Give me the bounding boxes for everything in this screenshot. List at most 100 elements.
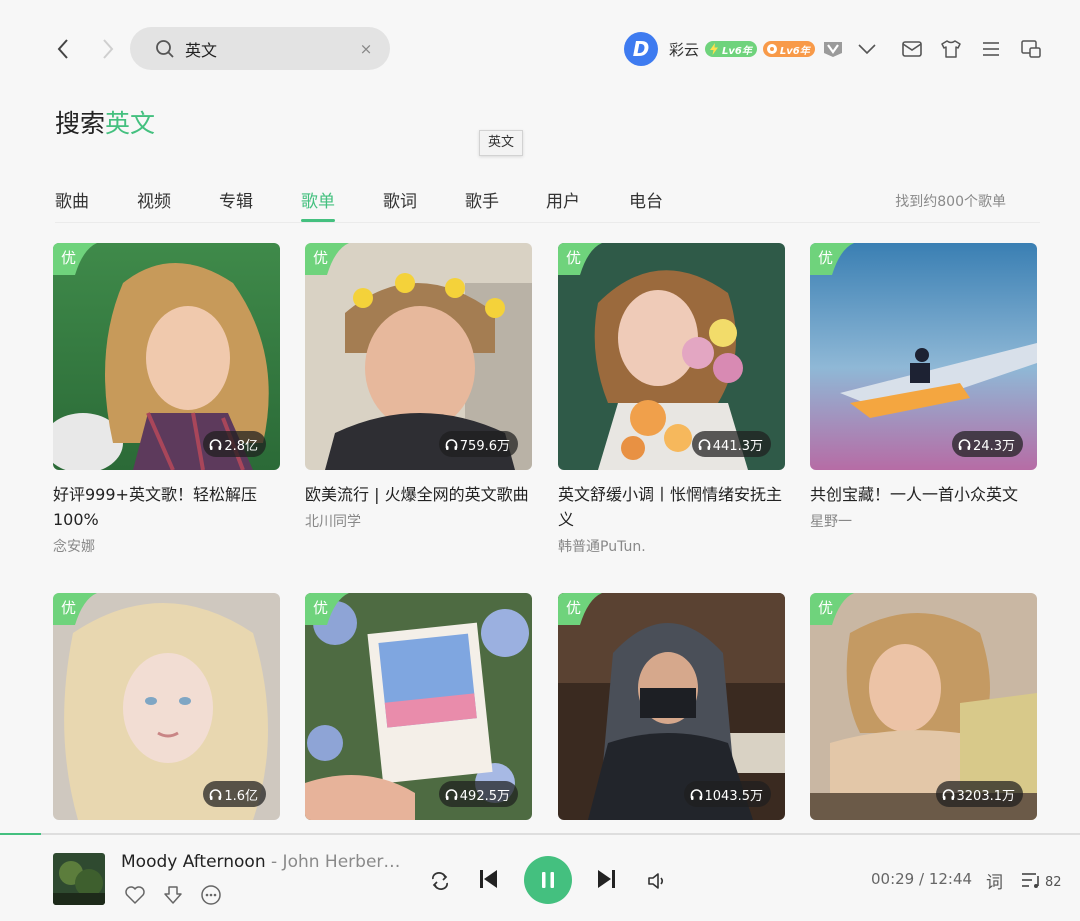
playlist-cover[interactable]: 优 1043.5万 — [558, 593, 785, 820]
tab-artists[interactable]: 歌手 — [465, 187, 499, 221]
play-count: 2.8亿 — [203, 431, 266, 457]
volume-icon — [648, 873, 664, 889]
queue-icon — [1022, 873, 1039, 888]
tab-playlists[interactable]: 歌单 — [301, 187, 335, 222]
playlist-card[interactable]: 优 492.5万 — [305, 593, 532, 820]
play-count: 492.5万 — [438, 781, 518, 807]
back-button[interactable] — [48, 34, 78, 64]
skip-next-icon — [598, 870, 615, 888]
menu-button[interactable] — [979, 37, 1003, 61]
mini-mode-button[interactable] — [1019, 37, 1043, 61]
repeat-icon — [432, 872, 448, 890]
play-count: 759.6万 — [438, 431, 518, 457]
headphones-icon — [210, 788, 222, 800]
vip-icon[interactable] — [823, 40, 843, 58]
playlist-card[interactable]: 优 441.3万 英文舒缓小调丨怅惘情绪安抚主义 韩普通PuTun. — [558, 243, 785, 556]
heart-icon — [125, 886, 145, 904]
search-box: × — [130, 27, 390, 70]
more-button[interactable] — [198, 882, 224, 908]
download-button[interactable] — [160, 882, 186, 908]
avatar[interactable]: D — [624, 32, 658, 66]
playlist-card[interactable]: 优 24.3万 共创宝藏！一人一首小众英文 星野一 — [810, 243, 1037, 531]
level-badge[interactable]: Lv6年 — [705, 41, 757, 57]
user-area[interactable]: D 彩云 Lv6年 Lv6年 — [624, 32, 877, 66]
headphones-icon — [698, 438, 711, 450]
tab-songs[interactable]: 歌曲 — [55, 187, 89, 221]
song-title[interactable]: Moody Afternoon — [121, 852, 266, 872]
playlist-cover[interactable]: 优 1.6亿 — [53, 593, 280, 820]
playlist-author[interactable]: 星野一 — [810, 511, 1037, 531]
song-actions — [122, 882, 236, 908]
messages-button[interactable] — [900, 37, 924, 61]
playlist-cover[interactable]: 优 441.3万 — [558, 243, 785, 470]
pause-icon — [542, 872, 554, 888]
headphones-icon — [958, 438, 971, 450]
search-icon — [156, 40, 174, 58]
previous-button[interactable] — [475, 866, 501, 892]
playlist-title[interactable]: 欧美流行 | 火爆全网的英文歌曲 — [305, 482, 532, 507]
tab-albums[interactable]: 专辑 — [219, 187, 253, 221]
record-icon — [766, 44, 777, 54]
playback-time: 00:29 / 12:44 — [871, 870, 973, 888]
playlist-author[interactable]: 韩普通PuTun. — [558, 536, 785, 556]
download-icon — [164, 886, 182, 904]
headphones-icon — [445, 438, 458, 450]
pause-button[interactable] — [524, 856, 572, 904]
song-artist[interactable]: - John Herber… — [266, 852, 400, 872]
play-count: 1043.5万 — [683, 781, 771, 807]
clear-search-button[interactable]: × — [356, 39, 376, 59]
skip-previous-icon — [480, 870, 497, 888]
player-bar: Moody Afternoon - John Herber… 00:29 / 1… — [0, 835, 1080, 921]
playlist-title[interactable]: 共创宝藏！一人一首小众英文 — [810, 482, 1037, 507]
queue-count: 82 — [1045, 874, 1062, 890]
playlist-cover[interactable]: 优 759.6万 — [305, 243, 532, 470]
tshirt-icon — [941, 40, 961, 58]
playlist-cover[interactable]: 优 492.5万 — [305, 593, 532, 820]
headphones-icon — [942, 788, 954, 800]
playlist-author[interactable]: 念安娜 — [53, 536, 280, 556]
top-bar: × D 彩云 Lv6年 Lv6年 — [0, 0, 1080, 96]
chevron-down-icon[interactable] — [857, 42, 877, 56]
playlist-queue-button[interactable]: 82 — [1020, 870, 1062, 890]
play-count: 441.3万 — [691, 431, 771, 457]
menu-icon — [983, 42, 999, 56]
playlist-card[interactable]: 优 1043.5万 — [558, 593, 785, 820]
search-input[interactable] — [185, 35, 345, 62]
username[interactable]: 彩云 — [669, 39, 699, 60]
lightning-icon — [710, 43, 719, 55]
result-count: 找到约800个歌单 — [895, 194, 1006, 210]
like-button[interactable] — [122, 882, 148, 908]
loop-button[interactable] — [427, 868, 453, 894]
now-playing-cover[interactable] — [53, 853, 105, 905]
volume-button[interactable] — [644, 868, 670, 894]
playlist-cover[interactable]: 优 3203.1万 — [810, 593, 1037, 820]
playlist-title[interactable]: 英文舒缓小调丨怅惘情绪安抚主义 — [558, 482, 785, 532]
chevron-right-icon — [103, 39, 114, 59]
playlist-card[interactable]: 优 3203.1万 — [810, 593, 1037, 820]
forward-button[interactable] — [93, 34, 123, 64]
tab-radio[interactable]: 电台 — [629, 187, 663, 221]
tab-videos[interactable]: 视频 — [137, 187, 171, 221]
headphones-icon — [210, 438, 222, 450]
tooltip: 英文 — [479, 130, 524, 156]
playlist-author[interactable]: 北川同学 — [305, 511, 532, 531]
headphones-icon — [690, 788, 702, 800]
lyrics-button[interactable]: 词 — [986, 868, 1003, 893]
play-count: 24.3万 — [952, 431, 1023, 457]
more-icon — [201, 885, 221, 905]
playlist-card[interactable]: 优 759.6万 欧美流行 | 火爆全网的英文歌曲 北川同学 — [305, 243, 532, 531]
now-playing-title[interactable]: Moody Afternoon - John Herber… — [121, 852, 411, 872]
tab-lyrics[interactable]: 歌词 — [383, 187, 417, 221]
playlist-card[interactable]: 优 1.6亿 — [53, 593, 280, 820]
headphones-icon — [445, 788, 458, 800]
next-button[interactable] — [594, 866, 620, 892]
playlist-title[interactable]: 好评999+英文歌！轻松解压100% — [53, 482, 280, 532]
tab-users[interactable]: 用户 — [546, 187, 580, 221]
close-icon: × — [359, 40, 373, 58]
skin-button[interactable] — [939, 37, 963, 61]
play-count: 3203.1万 — [935, 781, 1023, 807]
playlist-cover[interactable]: 优 24.3万 — [810, 243, 1037, 470]
playlist-card[interactable]: 优 2.8亿 好评999+英文歌！轻松解压100% 念安娜 — [53, 243, 280, 556]
playlist-cover[interactable]: 优 2.8亿 — [53, 243, 280, 470]
music-level-badge[interactable]: Lv6年 — [762, 41, 815, 57]
